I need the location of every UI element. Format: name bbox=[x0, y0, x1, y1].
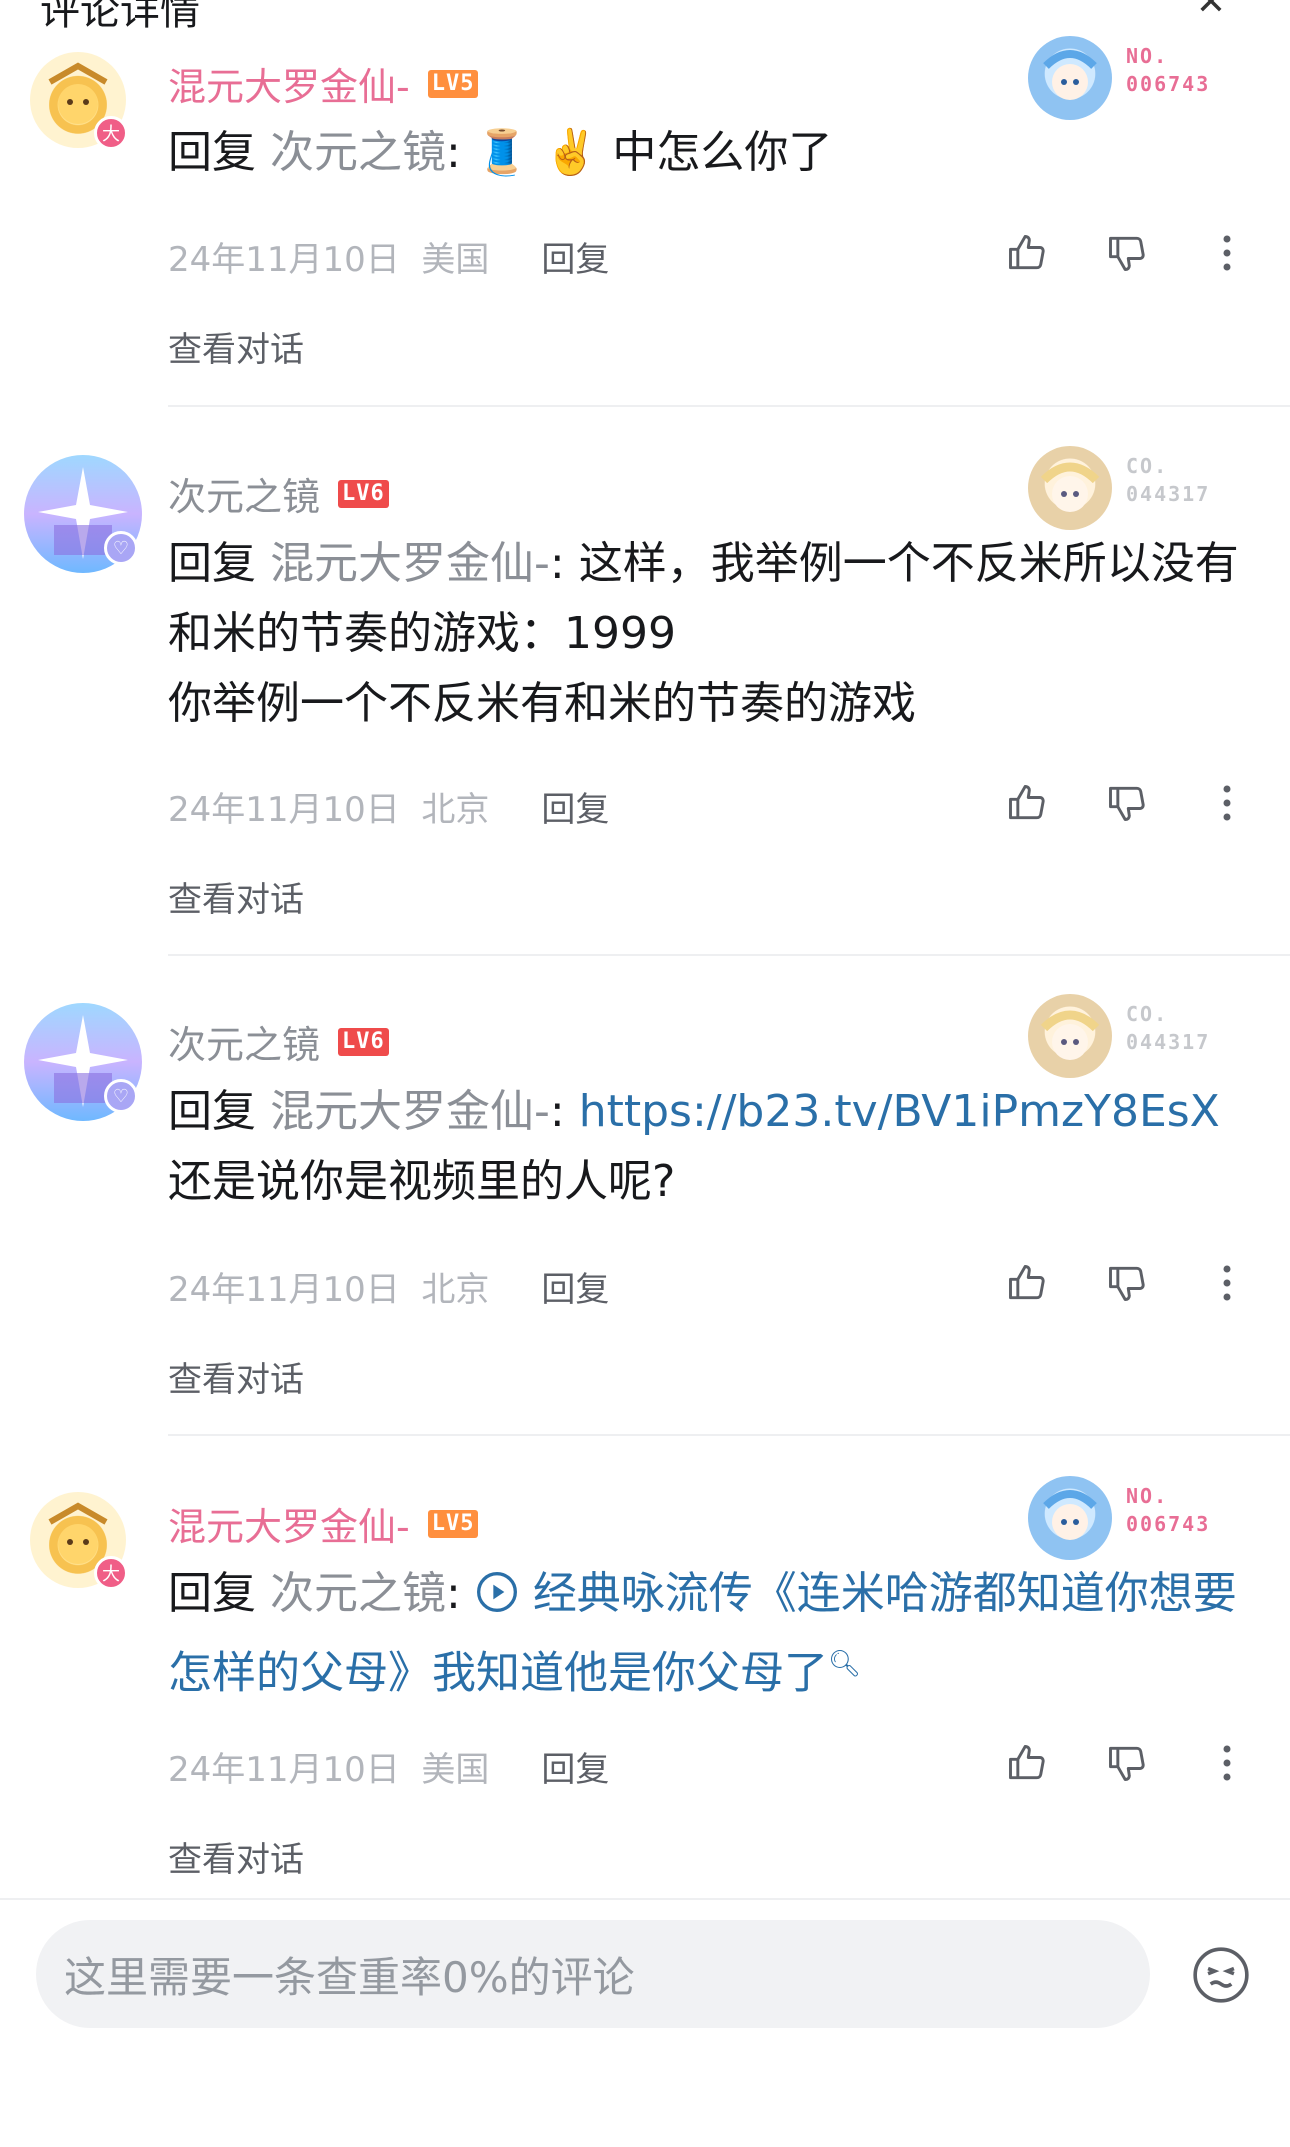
username[interactable]: 混元大罗金仙- LV5 bbox=[168, 1496, 479, 1551]
username[interactable]: 混元大罗金仙- LV5 bbox=[168, 56, 479, 111]
play-icon[interactable] bbox=[475, 1565, 519, 1612]
fan-card[interactable]: NO. 006743 bbox=[1028, 36, 1238, 120]
level-badge: LV5 bbox=[427, 1509, 479, 1538]
divider bbox=[168, 954, 1290, 956]
comment-content: : 🧵 ✌️ 中怎么你了 bbox=[446, 127, 833, 178]
like-icon[interactable] bbox=[1004, 230, 1050, 276]
avatar[interactable]: ♡ bbox=[24, 1003, 142, 1121]
more-icon[interactable] bbox=[1204, 230, 1250, 276]
username-text[interactable]: 次元之镜 bbox=[168, 1014, 320, 1069]
comment-meta: 24年11月10日 美国 回复 bbox=[168, 232, 609, 281]
reply-prefix: 回复 bbox=[168, 127, 256, 178]
view-conversation[interactable]: 查看对话 bbox=[168, 1352, 304, 1401]
comment-location: 北京 bbox=[421, 790, 490, 830]
fan-card-image bbox=[1028, 36, 1112, 120]
comment-input[interactable]: 这里需要一条查重率0%的评论 bbox=[36, 1920, 1150, 2028]
level-badge: LV6 bbox=[338, 479, 389, 508]
username-text[interactable]: 混元大罗金仙- bbox=[168, 56, 410, 111]
colon: : bbox=[549, 1086, 579, 1137]
comment-date: 24年11月10日 bbox=[168, 1750, 400, 1790]
reply-button[interactable]: 回复 bbox=[541, 782, 609, 831]
reply-prefix: 回复 bbox=[168, 1086, 256, 1137]
like-icon[interactable] bbox=[1004, 1260, 1050, 1306]
comment-meta: 24年11月10日 北京 回复 bbox=[168, 782, 609, 831]
reply-prefix: 回复 bbox=[168, 538, 256, 589]
reply-button[interactable]: 回复 bbox=[541, 1262, 609, 1311]
avatar[interactable]: 大 bbox=[30, 1492, 128, 1590]
level-badge: LV5 bbox=[427, 69, 479, 98]
reply-target[interactable]: 次元之镜 bbox=[270, 1568, 446, 1619]
comment-content: 还是说你是视频里的人呢? bbox=[168, 1156, 676, 1207]
fan-card[interactable]: CO. 044317 bbox=[1028, 446, 1238, 530]
page-title: 评论详情 bbox=[40, 0, 200, 34]
like-icon[interactable] bbox=[1004, 1740, 1050, 1786]
username[interactable]: 次元之镜 LV6 bbox=[168, 466, 389, 521]
comment-location: 美国 bbox=[421, 240, 490, 280]
comment-location: 北京 bbox=[421, 1270, 490, 1310]
emoji-icon[interactable] bbox=[1190, 1944, 1252, 2006]
verified-badge: ♡ bbox=[104, 1079, 138, 1113]
username-text[interactable]: 混元大罗金仙- bbox=[168, 1496, 410, 1551]
comment-text: 回复 次元之镜: 经典咏流传《连米哈游都知道你想要怎样的父母》我知道他是你父母了… bbox=[168, 1559, 1258, 1709]
comment-text: 回复 混元大罗金仙-: https://b23.tv/BV1iPmzY8EsX … bbox=[168, 1077, 1258, 1217]
colon: : bbox=[446, 1568, 475, 1619]
view-conversation[interactable]: 查看对话 bbox=[168, 1832, 304, 1881]
comment-location: 美国 bbox=[421, 1750, 490, 1790]
comment-date: 24年11月10日 bbox=[168, 1270, 400, 1310]
dislike-icon[interactable] bbox=[1104, 1740, 1150, 1786]
fan-card-number: NO. 006743 bbox=[1126, 1484, 1211, 1536]
comment-input-placeholder: 这里需要一条查重率0%的评论 bbox=[64, 1952, 635, 2002]
reply-prefix: 回复 bbox=[168, 1568, 256, 1619]
header-fragment: 评论详情 ✕ bbox=[0, 0, 1290, 34]
fan-card[interactable]: CO. 044317 bbox=[1028, 994, 1238, 1078]
reply-target[interactable]: 次元之镜 bbox=[270, 127, 446, 178]
fan-card-number: CO. 044317 bbox=[1126, 1002, 1211, 1054]
fan-card-image bbox=[1028, 1476, 1112, 1560]
comment-actions bbox=[1004, 1740, 1250, 1786]
vip-badge: 大 bbox=[94, 1556, 128, 1590]
fan-card-image bbox=[1028, 994, 1112, 1078]
avatar[interactable]: ♡ bbox=[24, 455, 142, 573]
comment-text: 回复 混元大罗金仙-: 这样，我举例一个不反米所以没有和米的节奏的游戏：1999… bbox=[168, 529, 1258, 739]
more-icon[interactable] bbox=[1204, 780, 1250, 826]
like-icon[interactable] bbox=[1004, 780, 1050, 826]
comment-actions bbox=[1004, 230, 1250, 276]
view-conversation[interactable]: 查看对话 bbox=[168, 872, 304, 921]
username[interactable]: 次元之镜 LV6 bbox=[168, 1014, 389, 1069]
divider bbox=[168, 1434, 1290, 1436]
fan-card[interactable]: NO. 006743 bbox=[1028, 1476, 1238, 1560]
close-icon[interactable]: ✕ bbox=[1196, 0, 1226, 23]
divider bbox=[168, 405, 1290, 407]
search-icon[interactable]: 🔍︎ bbox=[828, 1649, 861, 1679]
level-badge: LV6 bbox=[338, 1027, 389, 1056]
comment-content-line2: 你举例一个不反米有和米的节奏的游戏 bbox=[168, 678, 916, 729]
dislike-icon[interactable] bbox=[1104, 230, 1150, 276]
fan-card-number: NO. 006743 bbox=[1126, 44, 1211, 96]
reply-target[interactable]: 混元大罗金仙- bbox=[270, 1086, 550, 1137]
fan-card-number: CO. 044317 bbox=[1126, 454, 1211, 506]
comment-meta: 24年11月10日 北京 回复 bbox=[168, 1262, 609, 1311]
dislike-icon[interactable] bbox=[1104, 1260, 1150, 1306]
reply-target[interactable]: 混元大罗金仙- bbox=[270, 538, 550, 589]
comment-actions bbox=[1004, 1260, 1250, 1306]
more-icon[interactable] bbox=[1204, 1740, 1250, 1786]
comment-actions bbox=[1004, 780, 1250, 826]
vip-badge: 大 bbox=[94, 116, 128, 150]
comment-date: 24年11月10日 bbox=[168, 790, 400, 830]
reply-button[interactable]: 回复 bbox=[541, 232, 609, 281]
url-link[interactable]: https://b23.tv/BV1iPmzY8EsX bbox=[579, 1086, 1220, 1137]
username-text[interactable]: 次元之镜 bbox=[168, 466, 320, 521]
fan-card-image bbox=[1028, 446, 1112, 530]
comment-date: 24年11月10日 bbox=[168, 240, 400, 280]
comment-meta: 24年11月10日 美国 回复 bbox=[168, 1742, 609, 1791]
comment-input-bar: 这里需要一条查重率0%的评论 bbox=[0, 1898, 1290, 2147]
verified-badge: ♡ bbox=[104, 531, 138, 565]
avatar[interactable]: 大 bbox=[30, 52, 128, 150]
view-conversation[interactable]: 查看对话 bbox=[168, 322, 304, 371]
more-icon[interactable] bbox=[1204, 1260, 1250, 1306]
comment-text: 回复 次元之镜: 🧵 ✌️ 中怎么你了 bbox=[168, 118, 1258, 188]
dislike-icon[interactable] bbox=[1104, 780, 1150, 826]
reply-button[interactable]: 回复 bbox=[541, 1742, 609, 1791]
